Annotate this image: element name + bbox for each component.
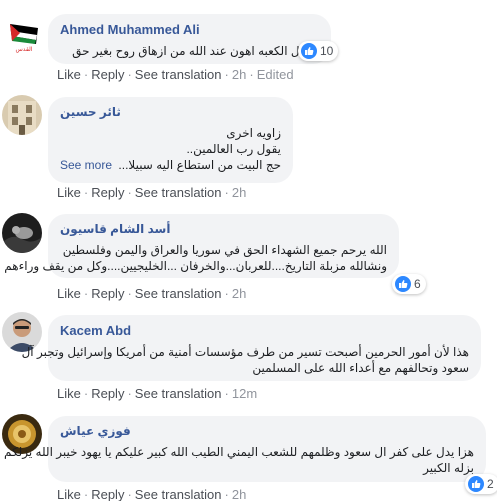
reaction-count[interactable]: 10 (298, 41, 339, 61)
comment-actions: Like · Reply · See translation · 2h (57, 286, 247, 301)
like-link[interactable]: Like (57, 185, 81, 200)
comment-timestamp[interactable]: 2h (232, 67, 246, 82)
reply-link[interactable]: Reply (91, 67, 124, 82)
reply-link[interactable]: Reply (91, 487, 124, 501)
like-reaction-icon (301, 43, 317, 59)
reaction-number: 2 (487, 477, 494, 491)
reply-link[interactable]: Reply (91, 286, 124, 301)
like-link[interactable]: Like (57, 67, 81, 82)
comment-author[interactable]: فوزي عياش (60, 424, 474, 438)
reply-link[interactable]: Reply (91, 185, 124, 200)
svg-text:القدس: القدس (15, 46, 32, 53)
see-more-link[interactable]: See more (60, 157, 112, 173)
comment-timestamp[interactable]: 2h (232, 185, 246, 200)
see-translation-link[interactable]: See translation (135, 185, 222, 200)
like-reaction-icon (395, 276, 411, 292)
comment-bubble: ثائر حسين زاويه اخرى يقول رب العالمين.. … (48, 97, 293, 183)
comment-bubble: فوزي عياش هزا يدل على كفر ال سعود وظلمهم… (3, 416, 486, 482)
comment-text-line: هذا لأن أمور الحرمين أصبحت تسير من طرف م… (21, 345, 469, 359)
comment-actions: Like · Reply · See translation · 2h · Edited (57, 67, 294, 82)
comment-timestamp[interactable]: 2h (232, 487, 246, 501)
edited-label[interactable]: Edited (257, 67, 294, 82)
like-link[interactable]: Like (57, 286, 81, 301)
reaction-count[interactable]: 6 (392, 274, 426, 294)
comment-timestamp[interactable]: 12m (232, 386, 257, 401)
comment-text-line: هزا يدل على كفر ال سعود وظلمهم للشعب الي… (3, 445, 474, 459)
comment-text: لزوال الكعبه اهون عند الله من ازهاق روح … (72, 44, 319, 58)
comment-actions: Like · Reply · See translation · 12m (57, 386, 258, 401)
comment-text-line: يقول رب العالمين.. (186, 142, 281, 156)
see-translation-link[interactable]: See translation (135, 386, 222, 401)
comment-bubble: Kacem Abd هذا لأن أمور الحرمين أصبحت تسي… (21, 315, 481, 381)
dark-avatar[interactable] (2, 213, 42, 253)
comment-text-line: سعود وتحالفهم مع أعداء الله على المسلمين (252, 361, 469, 375)
comment-text-line: زاويه اخرى (226, 126, 281, 140)
reaction-count[interactable]: 2 (465, 474, 497, 494)
comment-author[interactable]: Ahmed Muhammed Ali (60, 22, 319, 37)
flag-avatar[interactable]: القدس (4, 14, 44, 54)
comment-author[interactable]: Kacem Abd (60, 323, 469, 338)
see-translation-link[interactable]: See translation (135, 487, 222, 501)
comment-text-line: ونشالله مزبلة التاريخ....للعربان...والخر… (4, 259, 387, 273)
comment-actions: Like · Reply · See translation · 2h (57, 487, 247, 501)
comment-text-line: See more حج البيت من استطاع اليه سبيلا..… (60, 157, 281, 173)
reply-link[interactable]: Reply (91, 386, 124, 401)
comment-actions: Like · Reply · See translation · 2h (57, 185, 247, 200)
comment-text-line: بزله الكبير (423, 461, 474, 475)
comment-author[interactable]: ثائر حسين (60, 105, 281, 119)
like-link[interactable]: Like (57, 386, 81, 401)
comment-bubble: أسد الشام قاسيون الله يرحم جميع الشهداء … (4, 214, 399, 278)
see-translation-link[interactable]: See translation (135, 67, 222, 82)
comment-bubble: Ahmed Muhammed Ali لزوال الكعبه اهون عند… (48, 14, 331, 64)
see-translation-link[interactable]: See translation (135, 286, 222, 301)
like-reaction-icon (468, 476, 484, 492)
like-link[interactable]: Like (57, 487, 81, 501)
reaction-number: 10 (320, 44, 334, 58)
comment-timestamp[interactable]: 2h (232, 286, 246, 301)
comment-author[interactable]: أسد الشام قاسيون (60, 222, 387, 236)
comment-text-line: الله يرحم جميع الشهداء الحق في سوريا وال… (62, 243, 387, 257)
reaction-number: 6 (414, 277, 421, 291)
building-avatar[interactable] (2, 95, 42, 135)
